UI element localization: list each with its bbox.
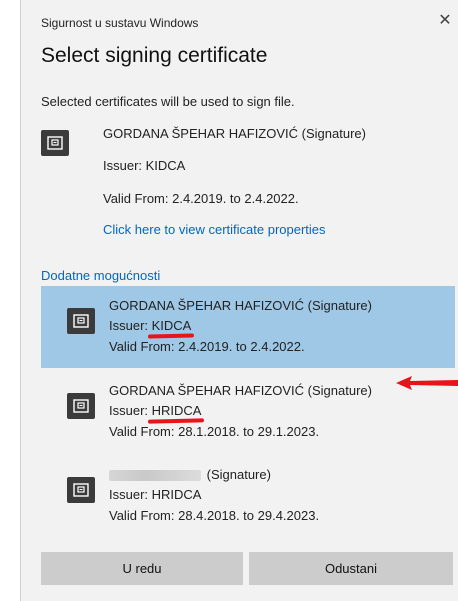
- cert-name: (Signature): [109, 467, 271, 482]
- close-icon[interactable]: ✕: [436, 12, 454, 30]
- certificate-list-item[interactable]: GORDANA ŠPEHAR HAFIZOVIĆ (Signature) Iss…: [41, 286, 455, 368]
- issuer-label: Issuer:: [109, 487, 152, 502]
- issuer-value-text: HRIDCA: [151, 403, 202, 418]
- ok-button[interactable]: U redu: [41, 552, 243, 585]
- cert-issuer: Issuer: KIDCA: [109, 318, 194, 339]
- certificate-icon: [41, 130, 69, 156]
- certificate-list-item[interactable]: GORDANA ŠPEHAR HAFIZOVIĆ (Signature) Iss…: [41, 371, 455, 453]
- certificate-icon: [67, 393, 95, 419]
- primary-cert-name: GORDANA ŠPEHAR HAFIZOVIĆ (Signature): [103, 126, 366, 141]
- issuer-label: Issuer:: [109, 318, 152, 333]
- view-certificate-properties-link[interactable]: Click here to view certificate propertie…: [103, 222, 326, 237]
- cert-issuer: Issuer: HRIDCA: [109, 403, 204, 424]
- certificate-list-item[interactable]: (Signature) Issuer: HRIDCA Valid From: 2…: [41, 455, 455, 537]
- red-underline-annotation: [147, 418, 204, 424]
- cert-validity: Valid From: 28.1.2018. to 29.1.2023.: [109, 424, 320, 439]
- issuer-value: HRIDCA: [151, 487, 202, 502]
- red-underline-annotation: [147, 333, 194, 339]
- primary-cert-issuer: Issuer: KIDCA: [103, 158, 186, 173]
- issuer-label: Issuer:: [109, 403, 152, 418]
- certificate-icon: [67, 477, 95, 503]
- red-arrow-annotation: [396, 376, 458, 390]
- issuer-value: HRIDCA: [147, 403, 204, 424]
- redacted-name: [109, 470, 201, 482]
- dialog-window: Sigurnost u sustavu Windows ✕ Select sig…: [20, 0, 458, 601]
- cancel-button[interactable]: Odustani: [249, 552, 453, 585]
- cert-validity: Valid From: 2.4.2019. to 2.4.2022.: [109, 339, 305, 354]
- issuer-value-text: KIDCA: [151, 318, 192, 333]
- window-title: Sigurnost u sustavu Windows: [41, 16, 199, 30]
- certificate-icon: [67, 308, 95, 334]
- primary-cert-validity: Valid From: 2.4.2019. to 2.4.2022.: [103, 191, 299, 206]
- cert-validity: Valid From: 28.4.2018. to 29.4.2023.: [109, 508, 320, 523]
- cert-issuer: Issuer: HRIDCA: [109, 487, 201, 502]
- cert-name: GORDANA ŠPEHAR HAFIZOVIĆ (Signature): [109, 383, 372, 398]
- more-options-heading[interactable]: Dodatne mogućnosti: [41, 268, 160, 283]
- dialog-subtitle: Selected certificates will be used to si…: [41, 94, 295, 109]
- issuer-value: KIDCA: [147, 318, 194, 339]
- cert-name-suffix: (Signature): [206, 467, 271, 482]
- dialog-heading: Select signing certificate: [41, 44, 268, 67]
- cert-name: GORDANA ŠPEHAR HAFIZOVIĆ (Signature): [109, 298, 372, 313]
